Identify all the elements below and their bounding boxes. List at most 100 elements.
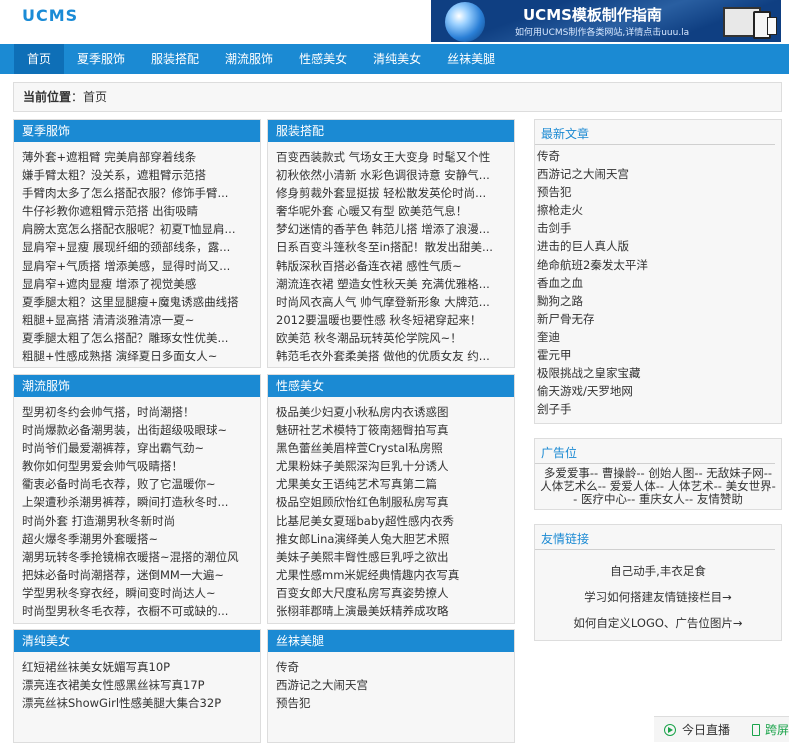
article-link[interactable]: 嫌手臂太粗？没关系，遮粗臂示范搭 [22, 166, 250, 184]
nav-item-summer[interactable]: 夏季服饰 [64, 44, 138, 74]
article-link[interactable]: 欧美范 秋冬潮品玩转英伦学院风~！ [276, 329, 504, 347]
article-link[interactable]: 韩范毛衣外套柔美搭 做他的优质女友 约... [276, 347, 504, 365]
article-link[interactable]: 夏季腿太粗了怎么搭配？雕琢女性优美... [22, 329, 250, 347]
latest-article-link[interactable]: 进击的巨人真人版 [537, 237, 781, 255]
section-title[interactable]: 夏季服饰 [14, 120, 260, 142]
latest-article-link[interactable]: 偷天游戏/天罗地网 [537, 382, 781, 400]
section-title[interactable]: 潮流服饰 [14, 375, 260, 397]
article-link[interactable]: 传奇 [276, 658, 504, 676]
article-link[interactable]: 手臂肉太多了怎么搭配衣服？修饰手臂... [22, 184, 250, 202]
article-link[interactable]: 比基尼美女夏瑶baby超性感内衣秀 [276, 512, 504, 530]
latest-article-link[interactable]: 香血之血 [537, 274, 781, 292]
article-link[interactable]: 西游记之大闹天宫 [276, 676, 504, 694]
friend-link[interactable]: 自己动手,丰衣足食 [535, 558, 781, 584]
live-label: 今日直播 [682, 723, 731, 737]
article-link[interactable]: 衢衷必备时尚毛衣荐，败了它温暖你~ [22, 475, 250, 493]
article-link[interactable]: 时尚外套 打造潮男秋冬新时尚 [22, 512, 250, 530]
article-link[interactable]: 修身剪裁外套显挺拔 轻松散发英伦时尚... [276, 184, 504, 202]
article-link[interactable]: 教你如何型男爱会帅气吸睛搭！ [22, 457, 250, 475]
nav-item-stockings[interactable]: 丝袜美腿 [434, 44, 508, 74]
article-link[interactable]: 超火爆冬季潮男外套暖搭~ [22, 530, 250, 548]
article-link[interactable]: 粗腿+显高搭 清清淡雅清凉一夏~ [22, 311, 250, 329]
latest-article-link[interactable]: 霍元甲 [537, 346, 781, 364]
article-link[interactable]: 薄外套+遮粗臂 完美肩部穿着线条 [22, 148, 250, 166]
article-link[interactable]: 梦幻迷情的香芋色 韩范儿搭 增添了浪漫... [276, 220, 504, 238]
nav-item-home[interactable]: 首页 [14, 44, 65, 74]
latest-article-link[interactable]: 新尸骨无存 [537, 310, 781, 328]
friend-link[interactable]: 学习如何搭建友情链接栏目→ [535, 584, 781, 610]
article-link[interactable]: 学型男秋冬穿衣经，瞬间变时尚达人~ [22, 584, 250, 602]
latest-article-link[interactable]: 传奇 [537, 147, 781, 165]
article-link[interactable]: 初秋依然小清新 水彩色调很诗意 安静气... [276, 166, 504, 184]
article-link[interactable]: 把妹必备时尚潮搭荐，迷倒MM一大遍~ [22, 566, 250, 584]
latest-article-link[interactable]: 黝狗之路 [537, 292, 781, 310]
latest-article-link[interactable]: 极限挑战之皇家宝藏 [537, 364, 781, 382]
article-link[interactable]: 潮男玩转冬季抢镜棉衣暖搭~混搭的潮位风 [22, 548, 250, 566]
latest-article-link[interactable]: 擦枪走火 [537, 201, 781, 219]
section-trend: 潮流服饰 型男初冬约会帅气搭，时尚潮搭！ 时尚爆款必备潮男装，出街超级吸眼球~ 时尚… [13, 374, 261, 624]
header: UCMS UCMS模板制作指南 如何用UCMS制作各类网站,详情点击uuu.la [0, 0, 789, 44]
article-link[interactable]: 夏季腿太粗？这里显腿瘦+魔鬼诱惑曲线搭 [22, 293, 250, 311]
friend-link[interactable]: 如何自定义LOGO、广告位图片→ [535, 610, 781, 636]
nav-item-pure[interactable]: 清纯美女 [360, 44, 434, 74]
article-link[interactable]: 漂亮丝袜ShowGirl性感美腿大集合32P [22, 694, 250, 712]
nav-item-match[interactable]: 服装搭配 [138, 44, 212, 74]
article-link[interactable]: 百变女郎大尺度私房写真姿势撩人 [276, 584, 504, 602]
section-title[interactable]: 丝袜美腿 [268, 630, 514, 652]
latest-article-link[interactable]: 刽子手 [537, 400, 781, 418]
article-link[interactable]: 张栩菲郡晴上演最美妖精养成攻略 [276, 602, 504, 620]
nav-item-trend[interactable]: 潮流服饰 [212, 44, 286, 74]
article-link[interactable]: 红短裙丝袜美女妩媚写真10P [22, 658, 250, 676]
article-link[interactable]: 时尚型男秋冬毛衣荐，衣橱不可或缺的... [22, 602, 250, 620]
article-link[interactable]: 牛仔衫教你遮粗臂示范搭 出街吸睛 [22, 202, 250, 220]
article-link[interactable]: 日系百变斗篷秋冬至in搭配！散发出甜美... [276, 238, 504, 256]
latest-article-link[interactable]: 预告犯 [537, 183, 781, 201]
article-link[interactable]: 百变西装款式 气场女王大变身 时髦又个性 [276, 148, 504, 166]
article-link[interactable]: 极品美少妇夏小秋私房内衣诱惑图 [276, 403, 504, 421]
cross-screen-button[interactable]: 跨屏 [752, 721, 789, 738]
article-link[interactable]: 粗腿+性感成熟搭 演绎夏日多面女人~ [22, 347, 250, 365]
nav-item-sexy[interactable]: 性感美女 [286, 44, 360, 74]
section-title[interactable]: 性感美女 [268, 375, 514, 397]
article-link[interactable]: 漂亮连衣裙美女性感黑丝袜写真17P [22, 676, 250, 694]
live-button[interactable]: 今日直播 [664, 721, 730, 738]
article-link[interactable]: 2012要温暖也要性感 秋冬短裙穿起来！ [276, 311, 504, 329]
breadcrumb-current[interactable]: 首页 [83, 90, 107, 104]
header-banner-ad[interactable]: UCMS模板制作指南 如何用UCMS制作各类网站,详情点击uuu.la [431, 0, 781, 42]
latest-article-link[interactable]: 击剑手 [537, 219, 781, 237]
latest-article-link[interactable]: 西游记之大闹天宫 [537, 165, 781, 183]
article-link[interactable]: 黑色蕾丝美眉梓萱Crystal私房照 [276, 439, 504, 457]
article-link[interactable]: 奢华呢外套 心暖又有型 欧美范气息！ [276, 202, 504, 220]
article-link[interactable]: 时尚爆款必备潮男装，出街超级吸眼球~ [22, 421, 250, 439]
article-link[interactable]: 型男初冬约会帅气搭，时尚潮搭！ [22, 403, 250, 421]
latest-article-link[interactable]: 奎迪 [537, 328, 781, 346]
article-link[interactable]: 上架遭秒杀潮男裤荐，瞬间打造秋冬时... [22, 493, 250, 511]
sidebar-title: 友情链接 [535, 525, 775, 550]
article-link[interactable]: 极品空姐顾欣怡红色制服私房写真 [276, 493, 504, 511]
article-link[interactable]: 尤果美女王语纯艺术写真第二篇 [276, 475, 504, 493]
article-link[interactable]: 时尚爷们最爱潮裤荐，穿出霸气劲~ [22, 439, 250, 457]
article-link[interactable]: 尤果粉妹子美熙深沟巨乳十分诱人 [276, 457, 504, 475]
sidebar-title: 最新文章 [535, 120, 775, 145]
article-link[interactable]: 尤果性感mm米妮经典情趣内衣写真 [276, 566, 504, 584]
article-link[interactable]: 预告犯 [276, 694, 504, 712]
section-stockings: 丝袜美腿 传奇 西游记之大闹天宫 预告犯 [267, 629, 515, 743]
article-link[interactable]: 显肩窄+遮肉显瘦 增添了视觉美感 [22, 275, 250, 293]
breadcrumb-sep: ： [71, 90, 84, 104]
site-logo[interactable]: UCMS [22, 6, 78, 25]
latest-article-link[interactable]: 绝命航班2秦发太平洋 [537, 256, 781, 274]
section-title[interactable]: 服装搭配 [268, 120, 514, 142]
article-link[interactable]: 肩膀太宽怎么搭配衣服呢？初夏T恤显肩... [22, 220, 250, 238]
section-sexy: 性感美女 极品美少妇夏小秋私房内衣诱惑图 魅研社艺术模特丁筱南翘臀拍写真 黑色蕾丝美… [267, 374, 515, 624]
article-link[interactable]: 潮流连衣裙 塑造女性秋天美 充满优雅格... [276, 275, 504, 293]
article-link[interactable]: 显肩窄+显瘦 展现纤细的颈部线条，露... [22, 238, 250, 256]
article-link[interactable]: 魅研社艺术模特丁筱南翘臀拍写真 [276, 421, 504, 439]
article-link[interactable]: 美妹子美熙丰臀性感巨乳呼之欲出 [276, 548, 504, 566]
article-link[interactable]: 韩版深秋百搭必备连衣裙 感性气质~ [276, 257, 504, 275]
cross-screen-label: 跨屏 [765, 723, 789, 737]
section-title[interactable]: 清纯美女 [14, 630, 260, 652]
ad-links[interactable]: 多爱爱事-- 曹操龄-- 创始人图-- 无敌妹子网-- 人体艺术么-- 爱爱人体… [535, 464, 781, 506]
article-link[interactable]: 显肩窄+气质搭 增添美感，显得时尚又... [22, 257, 250, 275]
article-link[interactable]: 时尚风衣高人气 帅气摩登新形象 大牌范... [276, 293, 504, 311]
article-link[interactable]: 推女郎Lina演绎美人兔大胆艺术照 [276, 530, 504, 548]
